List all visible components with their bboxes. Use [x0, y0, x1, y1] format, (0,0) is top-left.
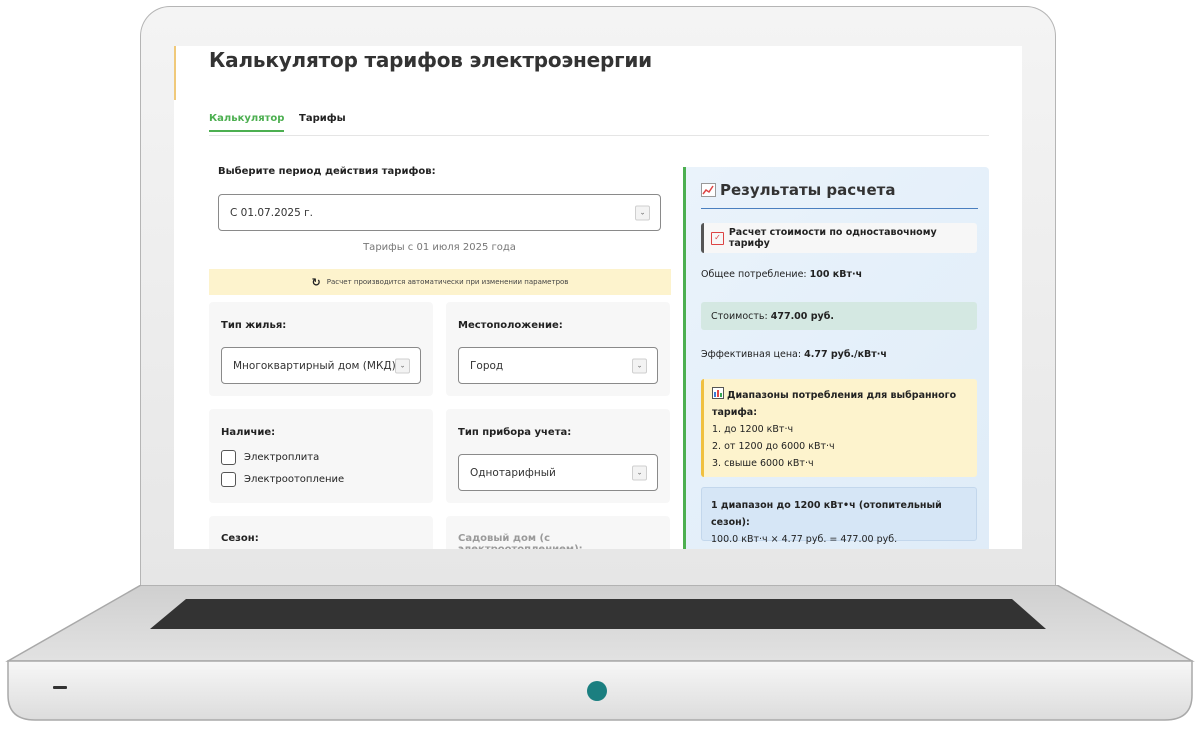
range-calc-box: 1 диапазон до 1200 кВт•ч (отопительный с… — [701, 487, 977, 545]
calc-method-box: ✓ Расчет стоимости по одноставочному тар… — [701, 223, 977, 253]
calc-method-text: Расчет стоимости по одноставочному тариф… — [728, 227, 937, 249]
total-consumption: Общее потребление: 100 кВт·ч — [701, 269, 862, 280]
chevron-down-icon: ⌄ — [395, 358, 410, 373]
housing-type-label: Тип жилья: — [221, 320, 287, 331]
location-value: Город — [470, 359, 504, 372]
electric-heating-option[interactable]: Электроотопление — [221, 472, 344, 487]
electric-stove-label: Электроплита — [244, 452, 320, 463]
period-note: Тарифы с 01 июля 2025 года — [363, 242, 516, 253]
season-label: Сезон: — [221, 533, 259, 544]
meter-type-select[interactable]: Однотарифный ⌄ — [458, 454, 658, 491]
usb-port — [53, 686, 67, 689]
garden-house-card: Садовый дом (с электроотоплением): — [446, 516, 670, 549]
results-title: Результаты расчета — [701, 181, 895, 199]
auto-calc-notice-text: Расчет производится автоматически при из… — [326, 278, 569, 286]
app-screen: Калькулятор тарифов электроэнергии Кальк… — [174, 46, 1022, 549]
season-card: Сезон: — [209, 516, 433, 549]
results-panel: Результаты расчета ✓ Расчет стоимости по… — [683, 167, 989, 549]
availability-card: Наличие: Электроплита Электроотопление — [209, 409, 433, 503]
range-item: 2. от 1200 до 6000 кВт·ч — [712, 441, 835, 452]
availability-label: Наличие: — [221, 427, 276, 438]
housing-type-value: Многоквартирный дом (МКД) — [233, 359, 396, 372]
total-consumption-value: 100 кВт·ч — [809, 269, 863, 280]
tab-bar: Калькулятор Тарифы — [209, 113, 989, 136]
cost-box: Стоимость: 477.00 руб. — [701, 302, 977, 330]
electric-heating-label: Электроотопление — [244, 474, 345, 485]
location-select[interactable]: Город ⌄ — [458, 347, 658, 384]
ranges-title: Диапазоны потребления для выбранного тар… — [712, 387, 969, 421]
housing-type-card: Тип жилья: Многоквартирный дом (МКД) ⌄ — [209, 302, 433, 396]
garden-house-label: Садовый дом (с электроотоплением): — [458, 533, 583, 549]
chevron-down-icon: ⌄ — [632, 358, 647, 373]
effective-price-value: 4.77 руб./кВт·ч — [804, 349, 887, 360]
ranges-title-text: Диапазоны потребления для выбранного тар… — [712, 390, 957, 418]
results-title-text: Результаты расчета — [720, 181, 896, 199]
total-consumption-label: Общее потребление: — [701, 269, 807, 280]
tab-tariffs[interactable]: Тарифы — [299, 113, 346, 130]
meter-type-label: Тип прибора учета: — [458, 427, 572, 438]
range-item: 1. до 1200 кВт·ч — [712, 424, 794, 435]
period-select-value: С 01.07.2025 г. — [230, 206, 313, 219]
housing-type-select[interactable]: Многоквартирный дом (МКД) ⌄ — [221, 347, 421, 384]
power-led — [587, 681, 607, 701]
location-card: Местоположение: Город ⌄ — [446, 302, 670, 396]
effective-price: Эффективная цена: 4.77 руб./кВт·ч — [701, 349, 887, 360]
period-select[interactable]: С 01.07.2025 г. ⌄ — [218, 194, 661, 231]
cost-label: Стоимость: — [711, 310, 768, 322]
checkbox-icon[interactable] — [221, 472, 236, 487]
check-mark-icon: ✓ — [711, 231, 724, 245]
chart-increasing-icon — [701, 183, 716, 197]
tab-calculator[interactable]: Калькулятор — [209, 113, 285, 132]
chevron-down-icon: ⌄ — [632, 465, 647, 480]
refresh-icon: ↻ — [311, 275, 321, 289]
range-calc-formula: 100.0 кВт·ч × 4.77 руб. = 477.00 руб. — [711, 534, 898, 545]
range-calc-title: 1 диапазон до 1200 кВт•ч (отопительный с… — [711, 500, 942, 528]
auto-calc-notice: ↻ Расчет производится автоматически при … — [209, 269, 671, 295]
period-label: Выберите период действия тарифов: — [218, 166, 436, 177]
checkbox-icon[interactable] — [221, 450, 236, 465]
laptop-base — [5, 585, 1195, 721]
range-item: 3. свыше 6000 кВт·ч — [712, 458, 814, 469]
page-title: Калькулятор тарифов электроэнергии — [209, 48, 652, 72]
consumption-ranges-box: Диапазоны потребления для выбранного тар… — [701, 379, 977, 477]
results-divider — [701, 208, 978, 209]
screen-edge-accent — [174, 46, 176, 100]
effective-price-label: Эффективная цена: — [701, 349, 802, 360]
meter-type-card: Тип прибора учета: Однотарифный ⌄ — [446, 409, 670, 503]
electric-stove-option[interactable]: Электроплита — [221, 450, 319, 465]
meter-type-value: Однотарифный — [470, 466, 556, 479]
location-label: Местоположение: — [458, 320, 563, 331]
cost-value: 477.00 руб. — [770, 310, 834, 322]
bar-chart-icon — [712, 387, 724, 399]
chevron-down-icon: ⌄ — [635, 205, 650, 220]
